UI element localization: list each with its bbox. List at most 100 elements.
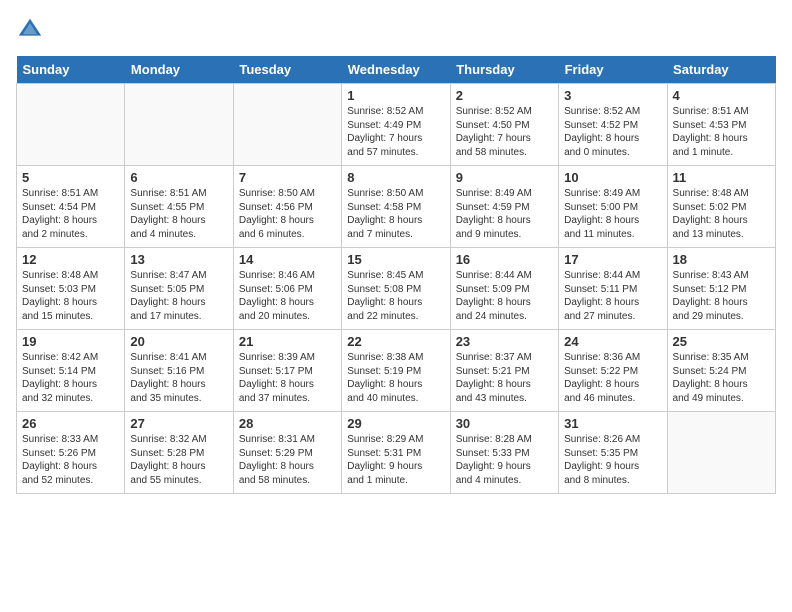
calendar-cell: 25 Sunrise: 8:35 AM Sunset: 5:24 PM Dayli… xyxy=(667,330,775,412)
date-number: 5 xyxy=(22,170,119,185)
date-number: 23 xyxy=(456,334,553,349)
cell-info: Sunrise: 8:42 AM Sunset: 5:14 PM Dayligh… xyxy=(22,351,119,405)
calendar-cell: 28 Sunrise: 8:31 AM Sunset: 5:29 PM Dayli… xyxy=(233,412,341,494)
cell-info: Sunrise: 8:29 AM Sunset: 5:31 PM Dayligh… xyxy=(347,433,444,487)
day-header-row: SundayMondayTuesdayWednesdayThursdayFrid… xyxy=(17,56,776,84)
calendar-cell: 23 Sunrise: 8:37 AM Sunset: 5:21 PM Dayli… xyxy=(450,330,558,412)
date-number: 11 xyxy=(673,170,770,185)
calendar-cell: 17 Sunrise: 8:44 AM Sunset: 5:11 PM Dayli… xyxy=(559,248,667,330)
date-number: 9 xyxy=(456,170,553,185)
calendar-cell: 30 Sunrise: 8:28 AM Sunset: 5:33 PM Dayli… xyxy=(450,412,558,494)
cell-info: Sunrise: 8:36 AM Sunset: 5:22 PM Dayligh… xyxy=(564,351,661,405)
day-header-saturday: Saturday xyxy=(667,56,775,84)
calendar-cell: 14 Sunrise: 8:46 AM Sunset: 5:06 PM Dayli… xyxy=(233,248,341,330)
calendar-cell: 12Sunrise: 8:48 AM Sunset: 5:03 PM Dayli… xyxy=(17,248,125,330)
cell-info: Sunrise: 8:26 AM Sunset: 5:35 PM Dayligh… xyxy=(564,433,661,487)
date-number: 21 xyxy=(239,334,336,349)
date-number: 8 xyxy=(347,170,444,185)
week-row-3: 12Sunrise: 8:48 AM Sunset: 5:03 PM Dayli… xyxy=(17,248,776,330)
calendar-cell: 20 Sunrise: 8:41 AM Sunset: 5:16 PM Dayli… xyxy=(125,330,233,412)
date-number: 1 xyxy=(347,88,444,103)
date-number: 22 xyxy=(347,334,444,349)
calendar-cell: 22 Sunrise: 8:38 AM Sunset: 5:19 PM Dayli… xyxy=(342,330,450,412)
cell-info: Sunrise: 8:31 AM Sunset: 5:29 PM Dayligh… xyxy=(239,433,336,487)
calendar-cell: 7Sunrise: 8:50 AM Sunset: 4:56 PM Daylig… xyxy=(233,166,341,248)
week-row-1: 1Sunrise: 8:52 AM Sunset: 4:49 PM Daylig… xyxy=(17,84,776,166)
cell-info: Sunrise: 8:44 AM Sunset: 5:09 PM Dayligh… xyxy=(456,269,553,323)
cell-info: Sunrise: 8:51 AM Sunset: 4:53 PM Dayligh… xyxy=(673,105,770,159)
calendar-cell: 6Sunrise: 8:51 AM Sunset: 4:55 PM Daylig… xyxy=(125,166,233,248)
day-header-tuesday: Tuesday xyxy=(233,56,341,84)
week-row-4: 19Sunrise: 8:42 AM Sunset: 5:14 PM Dayli… xyxy=(17,330,776,412)
date-number: 28 xyxy=(239,416,336,431)
cell-info: Sunrise: 8:32 AM Sunset: 5:28 PM Dayligh… xyxy=(130,433,227,487)
cell-info: Sunrise: 8:33 AM Sunset: 5:26 PM Dayligh… xyxy=(22,433,119,487)
cell-info: Sunrise: 8:28 AM Sunset: 5:33 PM Dayligh… xyxy=(456,433,553,487)
date-number: 25 xyxy=(673,334,770,349)
day-header-monday: Monday xyxy=(125,56,233,84)
calendar-cell: 21Sunrise: 8:39 AM Sunset: 5:17 PM Dayli… xyxy=(233,330,341,412)
date-number: 17 xyxy=(564,252,661,267)
calendar-cell: 16 Sunrise: 8:44 AM Sunset: 5:09 PM Dayli… xyxy=(450,248,558,330)
cell-info: Sunrise: 8:44 AM Sunset: 5:11 PM Dayligh… xyxy=(564,269,661,323)
calendar-cell: 26 Sunrise: 8:33 AM Sunset: 5:26 PM Dayli… xyxy=(17,412,125,494)
cell-info: Sunrise: 8:35 AM Sunset: 5:24 PM Dayligh… xyxy=(673,351,770,405)
day-header-friday: Friday xyxy=(559,56,667,84)
calendar-cell xyxy=(125,84,233,166)
cell-info: Sunrise: 8:45 AM Sunset: 5:08 PM Dayligh… xyxy=(347,269,444,323)
date-number: 27 xyxy=(130,416,227,431)
cell-info: Sunrise: 8:50 AM Sunset: 4:58 PM Dayligh… xyxy=(347,187,444,241)
date-number: 13 xyxy=(130,252,227,267)
cell-info: Sunrise: 8:43 AM Sunset: 5:12 PM Dayligh… xyxy=(673,269,770,323)
cell-info: Sunrise: 8:52 AM Sunset: 4:52 PM Dayligh… xyxy=(564,105,661,159)
calendar-cell: 11 Sunrise: 8:48 AM Sunset: 5:02 PM Dayli… xyxy=(667,166,775,248)
cell-info: Sunrise: 8:41 AM Sunset: 5:16 PM Dayligh… xyxy=(130,351,227,405)
cell-info: Sunrise: 8:48 AM Sunset: 5:03 PM Dayligh… xyxy=(22,269,119,323)
calendar-cell xyxy=(667,412,775,494)
page-header xyxy=(16,16,776,44)
date-number: 3 xyxy=(564,88,661,103)
calendar-cell: 4 Sunrise: 8:51 AM Sunset: 4:53 PM Daylig… xyxy=(667,84,775,166)
date-number: 30 xyxy=(456,416,553,431)
cell-info: Sunrise: 8:48 AM Sunset: 5:02 PM Dayligh… xyxy=(673,187,770,241)
cell-info: Sunrise: 8:49 AM Sunset: 5:00 PM Dayligh… xyxy=(564,187,661,241)
day-header-sunday: Sunday xyxy=(17,56,125,84)
date-number: 16 xyxy=(456,252,553,267)
date-number: 20 xyxy=(130,334,227,349)
cell-info: Sunrise: 8:49 AM Sunset: 4:59 PM Dayligh… xyxy=(456,187,553,241)
calendar-cell: 8 Sunrise: 8:50 AM Sunset: 4:58 PM Daylig… xyxy=(342,166,450,248)
date-number: 10 xyxy=(564,170,661,185)
calendar-cell: 10 Sunrise: 8:49 AM Sunset: 5:00 PM Dayli… xyxy=(559,166,667,248)
cell-info: Sunrise: 8:47 AM Sunset: 5:05 PM Dayligh… xyxy=(130,269,227,323)
calendar-cell xyxy=(17,84,125,166)
logo xyxy=(16,16,48,44)
day-header-thursday: Thursday xyxy=(450,56,558,84)
calendar-cell: 29Sunrise: 8:29 AM Sunset: 5:31 PM Dayli… xyxy=(342,412,450,494)
date-number: 24 xyxy=(564,334,661,349)
cell-info: Sunrise: 8:46 AM Sunset: 5:06 PM Dayligh… xyxy=(239,269,336,323)
day-header-wednesday: Wednesday xyxy=(342,56,450,84)
calendar-cell: 9 Sunrise: 8:49 AM Sunset: 4:59 PM Daylig… xyxy=(450,166,558,248)
week-row-5: 26 Sunrise: 8:33 AM Sunset: 5:26 PM Dayli… xyxy=(17,412,776,494)
date-number: 18 xyxy=(673,252,770,267)
cell-info: Sunrise: 8:38 AM Sunset: 5:19 PM Dayligh… xyxy=(347,351,444,405)
calendar-cell: 1Sunrise: 8:52 AM Sunset: 4:49 PM Daylig… xyxy=(342,84,450,166)
calendar-cell: 31Sunrise: 8:26 AM Sunset: 5:35 PM Dayli… xyxy=(559,412,667,494)
logo-icon xyxy=(16,16,44,44)
date-number: 26 xyxy=(22,416,119,431)
calendar-cell: 19Sunrise: 8:42 AM Sunset: 5:14 PM Dayli… xyxy=(17,330,125,412)
date-number: 15 xyxy=(347,252,444,267)
calendar-cell: 18 Sunrise: 8:43 AM Sunset: 5:12 PM Dayli… xyxy=(667,248,775,330)
date-number: 14 xyxy=(239,252,336,267)
date-number: 6 xyxy=(130,170,227,185)
calendar-cell: 2Sunrise: 8:52 AM Sunset: 4:50 PM Daylig… xyxy=(450,84,558,166)
date-number: 4 xyxy=(673,88,770,103)
calendar-cell: 15 Sunrise: 8:45 AM Sunset: 5:08 PM Dayli… xyxy=(342,248,450,330)
calendar-cell: 5Sunrise: 8:51 AM Sunset: 4:54 PM Daylig… xyxy=(17,166,125,248)
week-row-2: 5Sunrise: 8:51 AM Sunset: 4:54 PM Daylig… xyxy=(17,166,776,248)
calendar-cell: 13 Sunrise: 8:47 AM Sunset: 5:05 PM Dayli… xyxy=(125,248,233,330)
cell-info: Sunrise: 8:37 AM Sunset: 5:21 PM Dayligh… xyxy=(456,351,553,405)
calendar-cell: 27 Sunrise: 8:32 AM Sunset: 5:28 PM Dayli… xyxy=(125,412,233,494)
date-number: 7 xyxy=(239,170,336,185)
calendar-cell xyxy=(233,84,341,166)
